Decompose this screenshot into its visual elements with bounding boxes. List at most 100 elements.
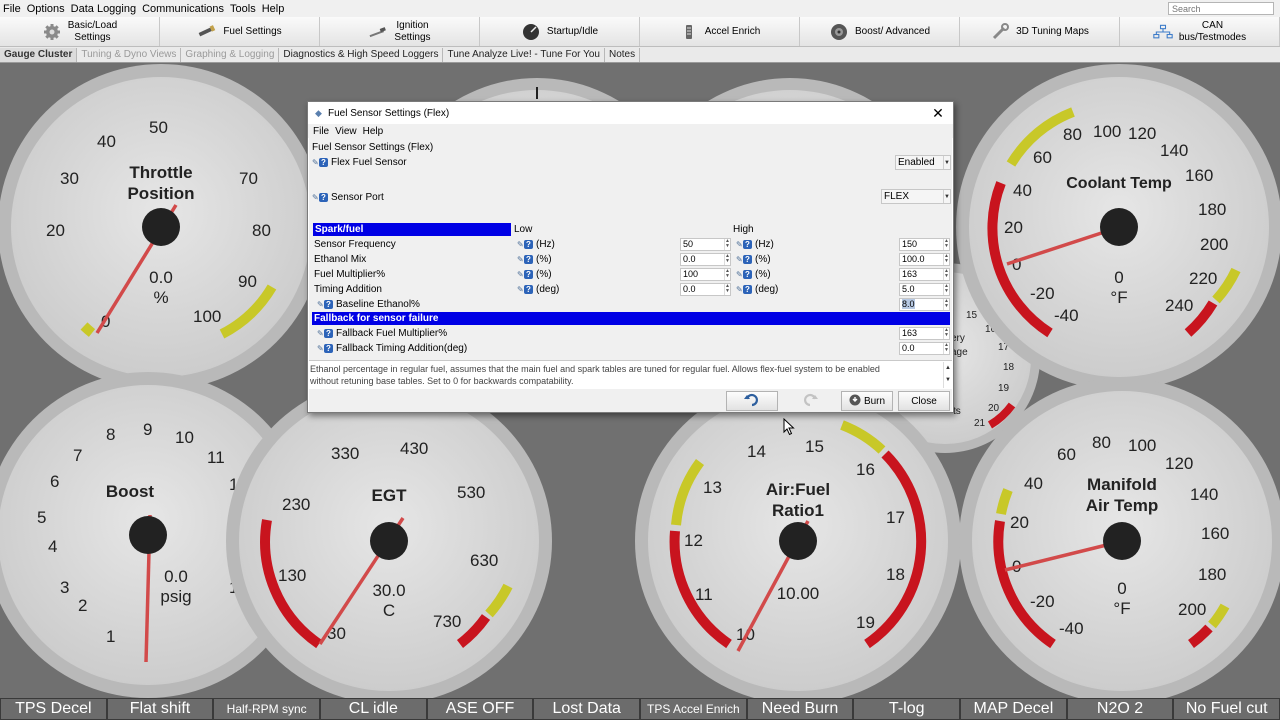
egt-value: 30.0 xyxy=(372,581,405,600)
edit-icon[interactable]: ✎ xyxy=(312,158,319,167)
app-icon: ◆ xyxy=(315,107,322,118)
help-icon[interactable]: ? xyxy=(524,285,533,294)
close-label: Close xyxy=(911,395,937,407)
fuel-multiplier-high-input[interactable]: 163 ▲ ▼ xyxy=(899,268,950,281)
toolbar-label: Accel Enrich xyxy=(704,25,761,37)
menu-tools[interactable]: Tools xyxy=(227,3,259,15)
toolbar-boost-advanced[interactable]: Boost/ Advanced xyxy=(800,17,960,46)
egt-tick: 230 xyxy=(282,495,310,514)
sensor-port-select[interactable]: FLEX ▼ xyxy=(881,189,951,204)
search-input[interactable] xyxy=(1168,2,1274,15)
edit-icon[interactable]: ✎ xyxy=(517,270,524,279)
toolbar-label: Fuel Settings xyxy=(223,25,282,37)
boost-unit: psig xyxy=(160,587,191,606)
spinner-arrows[interactable]: ▲ ▼ xyxy=(943,328,949,339)
sensor-frequency-low-input[interactable]: 50 ▲ ▼ xyxy=(680,238,731,251)
boost-title: Boost xyxy=(106,482,155,501)
edit-icon[interactable]: ✎ xyxy=(317,329,324,338)
toolbar-ignition-settings[interactable]: Ignition Settings xyxy=(320,17,480,46)
ethanol-mix-label: Ethanol Mix xyxy=(314,254,367,265)
menu-communications[interactable]: Communications xyxy=(139,3,227,15)
redo-button[interactable] xyxy=(784,391,836,411)
tab-gauge-cluster[interactable]: Gauge Cluster xyxy=(0,47,78,62)
dialog-menu-view[interactable]: View xyxy=(332,126,360,137)
tab-tune-analyze-live[interactable]: Tune Analyze Live! - Tune For You xyxy=(443,47,605,62)
fuel-multiplier-high-unit: ✎? (%) xyxy=(736,267,771,282)
menu-options[interactable]: Options xyxy=(24,3,68,15)
timing-addition-high-input[interactable]: 5.0 ▲ ▼ xyxy=(899,283,950,296)
fallback-timing-row: ✎? Fallback Timing Addition(deg) xyxy=(317,341,467,356)
spinner-arrows[interactable]: ▲ ▼ xyxy=(724,239,730,250)
indicator-tps-decel: TPS Decel xyxy=(0,698,107,720)
undo-button[interactable] xyxy=(726,391,778,411)
edit-icon[interactable]: ✎ xyxy=(517,285,524,294)
tab-notes[interactable]: Notes xyxy=(605,47,641,62)
toolbar-startup-idle[interactable]: Startup/Idle xyxy=(480,17,640,46)
baseline-ethanol-input[interactable]: 8.0 ▲ ▼ xyxy=(899,298,950,311)
dialog-body: Fuel Sensor Settings (Flex) ✎? Flex Fuel… xyxy=(309,138,952,360)
toolbar-accel-enrich[interactable]: Accel Enrich xyxy=(640,17,800,46)
spinner-arrows[interactable]: ▲ ▼ xyxy=(724,254,730,265)
edit-icon[interactable]: ✎ xyxy=(317,344,324,353)
spinner-arrows[interactable]: ▲ ▼ xyxy=(724,284,730,295)
mat-value: 0 xyxy=(1117,579,1126,598)
tab-diagnostics-loggers[interactable]: Diagnostics & High Speed Loggers xyxy=(279,47,444,62)
edit-icon[interactable]: ✎ xyxy=(317,300,324,309)
ethanol-mix-low-input[interactable]: 0.0 ▲ ▼ xyxy=(680,253,731,266)
menu-help[interactable]: Help xyxy=(259,3,288,15)
close-icon[interactable]: ✕ xyxy=(931,105,945,122)
close-button[interactable]: Close xyxy=(898,391,950,411)
help-icon[interactable]: ? xyxy=(324,329,333,338)
help-icon[interactable]: ? xyxy=(319,193,328,202)
menu-file[interactable]: File xyxy=(0,3,24,15)
fallback-fuel-input[interactable]: 163 ▲ ▼ xyxy=(899,327,950,340)
spinner-arrows[interactable]: ▲ ▼ xyxy=(943,254,949,265)
menu-data-logging[interactable]: Data Logging xyxy=(68,3,139,15)
mat-tick: 40 xyxy=(1024,474,1043,493)
edit-icon[interactable]: ✎ xyxy=(517,255,524,264)
tab-tuning-dyno-views[interactable]: Tuning & Dyno Views xyxy=(77,47,182,62)
input-value: 5.0 xyxy=(902,284,915,294)
help-icon[interactable]: ? xyxy=(324,344,333,353)
help-icon[interactable]: ? xyxy=(524,270,533,279)
fallback-timing-input[interactable]: 0.0 ▲ ▼ xyxy=(899,342,950,355)
fuel-multiplier-low-input[interactable]: 100 ▲ ▼ xyxy=(680,268,731,281)
toolbar-basic-load-settings[interactable]: Basic/Load Settings xyxy=(0,17,160,46)
burn-button[interactable]: Burn xyxy=(841,391,893,411)
spinner-arrows[interactable]: ▲ ▼ xyxy=(943,299,949,310)
help-icon[interactable]: ? xyxy=(324,300,333,309)
toolbar-fuel-settings[interactable]: Fuel Settings xyxy=(160,17,320,46)
toolbar-can-bus-testmodes[interactable]: CAN bus/Testmodes xyxy=(1120,17,1280,46)
edit-icon[interactable]: ✎ xyxy=(736,285,743,294)
help-icon[interactable]: ? xyxy=(319,158,328,167)
help-icon[interactable]: ? xyxy=(743,255,752,264)
ethanol-mix-high-input[interactable]: 100.0 ▲ ▼ xyxy=(899,253,950,266)
help-icon[interactable]: ? xyxy=(524,240,533,249)
dialog-menu-help[interactable]: Help xyxy=(360,126,387,137)
help-scrollbar[interactable]: ▲ ▼ xyxy=(943,362,952,388)
dialog-menu-file[interactable]: File xyxy=(310,126,332,137)
spinner-arrows[interactable]: ▲ ▼ xyxy=(943,269,949,280)
help-icon[interactable]: ? xyxy=(524,255,533,264)
spinner-arrows[interactable]: ▲ ▼ xyxy=(943,343,949,354)
flex-fuel-select[interactable]: Enabled ▼ xyxy=(895,155,951,170)
edit-icon[interactable]: ✎ xyxy=(736,255,743,264)
edit-icon[interactable]: ✎ xyxy=(736,240,743,249)
edit-icon[interactable]: ✎ xyxy=(736,270,743,279)
help-icon[interactable]: ? xyxy=(743,285,752,294)
edit-icon[interactable]: ✎ xyxy=(312,193,319,202)
sensor-frequency-high-input[interactable]: 150 ▲ ▼ xyxy=(899,238,950,251)
spinner-arrows[interactable]: ▲ ▼ xyxy=(943,239,949,250)
edit-icon[interactable]: ✎ xyxy=(517,240,524,249)
timing-addition-low-input[interactable]: 0.0 ▲ ▼ xyxy=(680,283,731,296)
spinner-arrows[interactable]: ▲ ▼ xyxy=(943,284,949,295)
help-icon[interactable]: ? xyxy=(743,240,752,249)
help-icon[interactable]: ? xyxy=(743,270,752,279)
spinner-arrows[interactable]: ▲ ▼ xyxy=(724,269,730,280)
coolant-unit: °F xyxy=(1110,288,1127,307)
unit-label: (deg) xyxy=(755,284,779,295)
dialog-title-bar[interactable]: ◆ Fuel Sensor Settings (Flex) xyxy=(308,102,953,124)
tab-graphing-logging[interactable]: Graphing & Logging xyxy=(181,47,280,62)
toolbar-3d-tuning-maps[interactable]: 3D Tuning Maps xyxy=(960,17,1120,46)
throttle-title: Throttle xyxy=(129,163,192,182)
